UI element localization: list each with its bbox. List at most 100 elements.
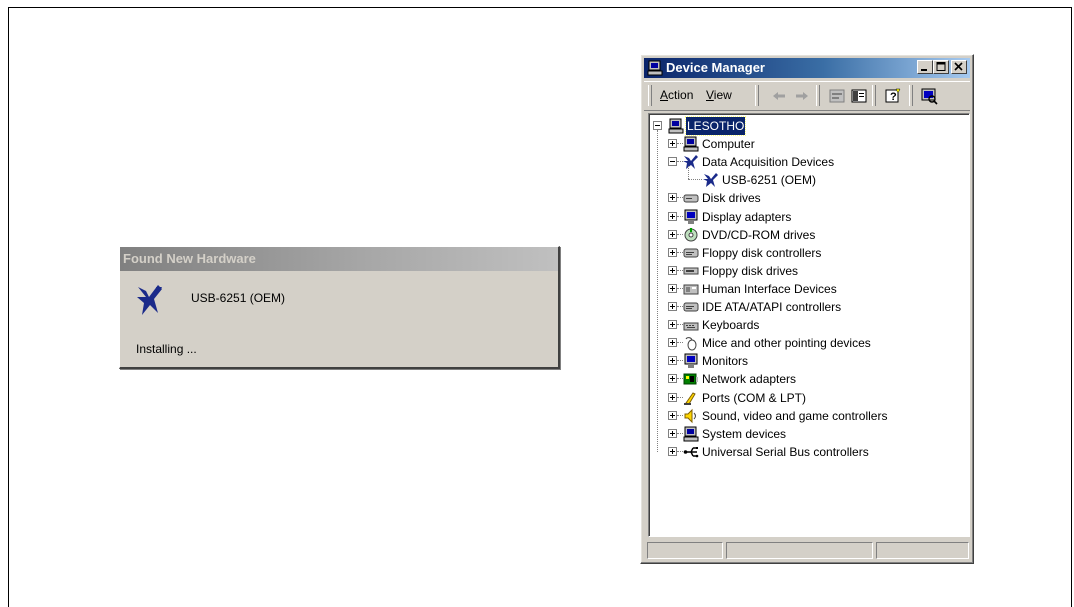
- status-pane: [876, 542, 969, 559]
- tree-category-label: Display adapters: [702, 209, 792, 224]
- tree-category[interactable]: Human Interface Devices: [668, 280, 963, 298]
- device-tree[interactable]: LESOTHO Computer Data Acquisition Devices…: [648, 113, 970, 537]
- tree-category[interactable]: Floppy disk controllers: [668, 244, 963, 262]
- tree-category-label: DVD/CD-ROM drives: [702, 227, 816, 242]
- tree-category-label: Disk drives: [702, 191, 761, 206]
- menu-action-label: ction: [668, 88, 694, 102]
- cdrom-icon: [684, 227, 698, 242]
- tree-connector: [657, 130, 658, 452]
- expand-toggle-icon[interactable]: [668, 229, 677, 239]
- expand-toggle-icon[interactable]: [668, 247, 677, 257]
- expand-toggle-icon[interactable]: [668, 320, 677, 330]
- computer-icon: [668, 118, 684, 134]
- monitor-icon: [684, 209, 698, 224]
- expand-toggle-icon[interactable]: [668, 211, 677, 221]
- tree-root-label: LESOTHO: [684, 116, 747, 136]
- toolbar-grip[interactable]: [755, 85, 759, 106]
- monitor-icon: [684, 353, 698, 369]
- tree-category[interactable]: Data Acquisition Devices: [668, 153, 963, 171]
- expand-toggle-icon[interactable]: [668, 428, 677, 438]
- found-new-hardware-dialog: Found New Hardware USB-6251 (OEM) Instal…: [119, 246, 560, 369]
- expand-toggle-icon[interactable]: [668, 302, 677, 311]
- expand-toggle-icon[interactable]: [668, 410, 677, 420]
- menu-action-hotkey: A: [660, 88, 669, 102]
- tree-category-label: Sound, video and game controllers: [702, 408, 888, 423]
- tree-device[interactable]: USB-6251 (OEM): [685, 166, 955, 189]
- tree-category[interactable]: Monitors: [668, 352, 963, 370]
- status-pane: [647, 542, 723, 559]
- forward-arrow-icon[interactable]: [793, 87, 811, 105]
- status-bar: [644, 540, 970, 560]
- disk-drive-icon: [683, 194, 699, 203]
- controller-icon: [683, 302, 699, 312]
- tree-category[interactable]: Keyboards: [668, 316, 963, 334]
- network-adapter-icon: [683, 373, 698, 385]
- tree-category[interactable]: Display adapters: [668, 208, 963, 226]
- expand-toggle-icon[interactable]: [668, 338, 677, 348]
- back-arrow-icon[interactable]: [770, 87, 788, 105]
- expand-toggle-icon[interactable]: [668, 283, 677, 293]
- expand-toggle-icon[interactable]: [668, 392, 677, 402]
- menu-action[interactable]: Action: [660, 88, 693, 102]
- status-pane: [726, 542, 873, 559]
- title-bar[interactable]: Device Manager: [644, 58, 970, 78]
- tree-category-label: Data Acquisition Devices: [702, 155, 835, 170]
- computer-icon: [647, 60, 663, 76]
- tree-connector: [688, 166, 689, 180]
- maximize-button[interactable]: [933, 60, 949, 74]
- install-status: Installing ...: [136, 342, 197, 356]
- tree-category-label: Floppy disk controllers: [702, 245, 822, 260]
- collapse-toggle-icon[interactable]: [653, 121, 662, 130]
- tree-category[interactable]: Floppy disk drives: [668, 262, 963, 280]
- minimize-button[interactable]: [917, 60, 933, 74]
- tree-category[interactable]: Ports (COM & LPT): [668, 389, 963, 407]
- svg-text:?: ?: [890, 91, 897, 103]
- tree-category[interactable]: Network adapters: [668, 370, 963, 388]
- tree-category[interactable]: DVD/CD-ROM drives: [668, 226, 963, 244]
- ni-logo-icon: [703, 173, 718, 188]
- tree-category-label: Network adapters: [702, 372, 797, 387]
- tree-category[interactable]: IDE ATA/ATAPI controllers: [668, 298, 963, 316]
- toolbar: Action View ?: [644, 81, 970, 111]
- tree-category[interactable]: Mice and other pointing devices: [668, 334, 963, 352]
- expand-toggle-icon[interactable]: [668, 193, 677, 203]
- tree-device-label: USB-6251 (OEM): [722, 173, 817, 188]
- tree-category[interactable]: Sound, video and game controllers: [668, 407, 963, 425]
- properties-icon[interactable]: [828, 87, 846, 105]
- tree-category[interactable]: Computer: [668, 135, 963, 153]
- expand-toggle-icon[interactable]: [668, 374, 677, 384]
- toolbar-grip[interactable]: [648, 85, 652, 106]
- tree-category-label: Mice and other pointing devices: [702, 336, 871, 351]
- tree-category[interactable]: Universal Serial Bus controllers: [668, 443, 963, 461]
- keyboard-icon: [683, 322, 699, 331]
- tree-category-label: Floppy disk drives: [702, 263, 799, 278]
- hid-icon: [683, 284, 699, 295]
- dialog-title: Found New Hardware: [120, 247, 558, 271]
- expand-toggle-icon[interactable]: [668, 139, 677, 149]
- help-icon[interactable]: ?: [884, 87, 902, 105]
- tree-category[interactable]: System devices: [668, 425, 963, 443]
- computer-icon: [683, 136, 699, 152]
- mouse-icon: [685, 337, 697, 351]
- ni-logo-icon: [137, 285, 162, 315]
- console-tree-icon[interactable]: [850, 87, 868, 105]
- collapse-toggle-icon[interactable]: [668, 157, 677, 167]
- device-name: USB-6251 (OEM): [191, 291, 286, 305]
- tree-category-label: System devices: [702, 426, 787, 441]
- expand-toggle-icon[interactable]: [668, 446, 677, 456]
- expand-toggle-icon[interactable]: [668, 265, 677, 275]
- tree-category-label: Ports (COM & LPT): [702, 390, 807, 405]
- menu-view[interactable]: View: [706, 88, 732, 102]
- tree-category-label: Human Interface Devices: [702, 281, 837, 296]
- expand-toggle-icon[interactable]: [668, 356, 677, 366]
- tree-category-label: Computer: [702, 137, 755, 152]
- scan-hardware-icon[interactable]: [920, 87, 938, 105]
- sound-icon: [684, 408, 696, 423]
- tree-root[interactable]: LESOTHO: [653, 116, 963, 136]
- close-button[interactable]: [951, 60, 967, 74]
- tree-connector: [688, 179, 702, 181]
- tree-category-label: Monitors: [702, 354, 749, 369]
- menu-view-hotkey: V: [706, 88, 714, 102]
- close-icon: [954, 62, 963, 71]
- tree-category[interactable]: Disk drives: [668, 189, 963, 207]
